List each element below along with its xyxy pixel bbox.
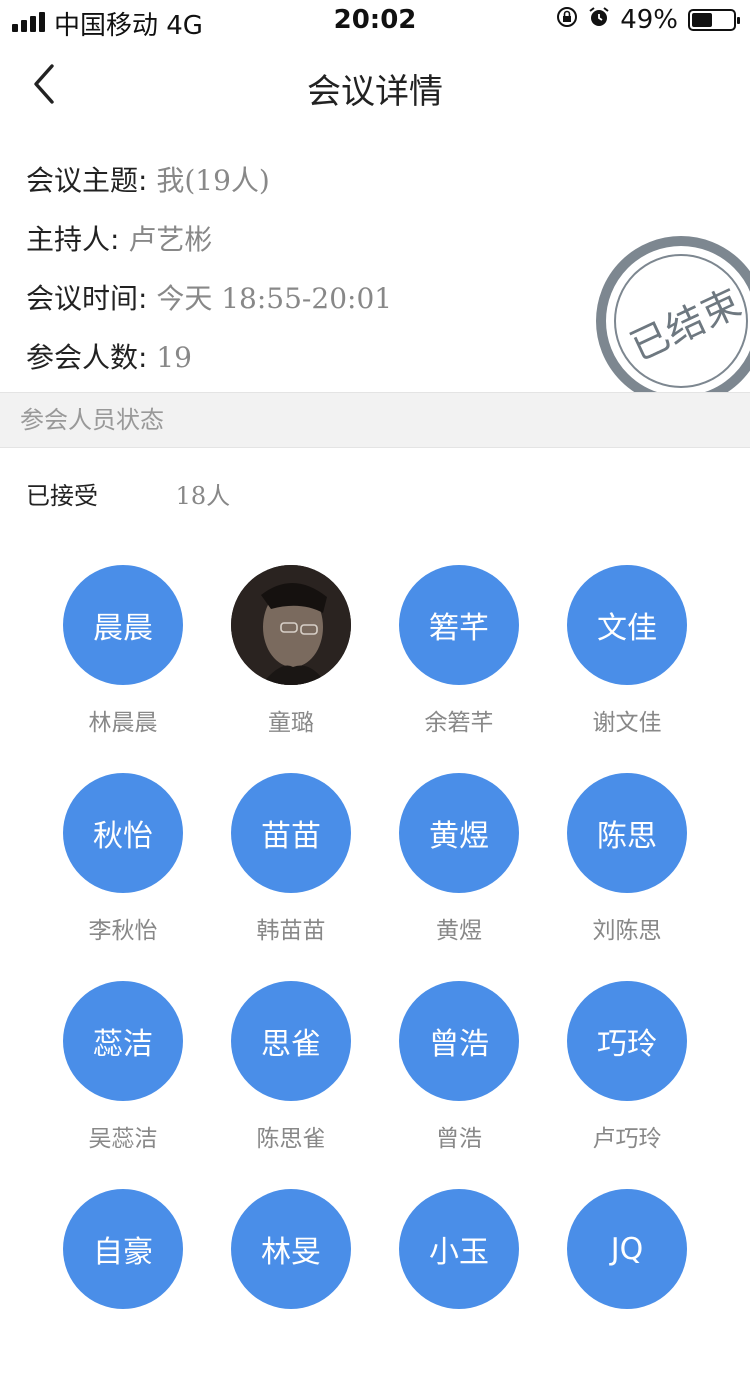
accepted-label: 已接受 — [26, 482, 98, 510]
ended-stamp: 已结束 — [596, 236, 750, 406]
participant-name: 余箬芊 — [424, 710, 494, 736]
participant-item[interactable]: 自豪 — [39, 1189, 207, 1397]
avatar-initials: 陈思 — [597, 819, 657, 854]
section-header-attendee-status: 参会人员状态 — [0, 392, 750, 448]
meeting-topic-value: 我(19人) — [156, 164, 270, 197]
attendee-count-value: 19 — [156, 341, 192, 374]
meeting-time-row: 会议时间: 今天 18:55-20:01 — [26, 268, 392, 327]
avatar: 小玉 — [399, 1189, 519, 1309]
participant-name: 黄煜 — [436, 918, 482, 944]
meeting-info: 会议主题: 我(19人) 主持人: 卢艺彬 会议时间: 今天 18:55-20:… — [26, 150, 392, 386]
avatar-initials: 巧玲 — [597, 1027, 657, 1062]
host-row: 主持人: 卢艺彬 — [26, 209, 392, 268]
avatar: 陈思 — [567, 773, 687, 893]
participant-name: 林晨晨 — [88, 710, 158, 736]
avatar-initials: 林旻 — [261, 1235, 321, 1270]
participant-name: 陈思雀 — [256, 1126, 326, 1152]
host-label: 主持人: — [26, 223, 120, 256]
avatar-initials: 思雀 — [261, 1027, 321, 1062]
avatar: 晨晨 — [63, 565, 183, 685]
alarm-icon — [588, 6, 610, 34]
meeting-time-label: 会议时间: — [26, 282, 148, 315]
avatar-initials: 黄煜 — [429, 819, 489, 854]
participant-item[interactable]: 小玉 — [375, 1189, 543, 1397]
avatar: 林旻 — [231, 1189, 351, 1309]
avatar: 自豪 — [63, 1189, 183, 1309]
meeting-time-value: 今天 18:55-20:01 — [156, 282, 393, 315]
avatar-initials: 文佳 — [597, 611, 657, 646]
avatar: JQ — [567, 1189, 687, 1309]
avatar-initials: 秋怡 — [93, 819, 153, 854]
nav-bar: 会议详情 — [0, 40, 750, 128]
avatar-initials: 箬芊 — [429, 611, 489, 646]
participant-name: 吴蕊洁 — [88, 1126, 158, 1152]
participant-item[interactable]: 苗苗 韩苗苗 — [207, 773, 375, 981]
avatar-photo — [231, 565, 351, 685]
participant-item[interactable]: JQ — [543, 1189, 711, 1397]
avatar-initials: 自豪 — [93, 1235, 153, 1270]
participant-item[interactable]: 秋怡 李秋怡 — [39, 773, 207, 981]
avatar-initials: JQ — [610, 1231, 644, 1267]
avatar: 蕊洁 — [63, 981, 183, 1101]
avatar-initials: 曾浩 — [429, 1027, 489, 1062]
participant-name: 卢巧玲 — [592, 1126, 662, 1152]
avatar: 曾浩 — [399, 981, 519, 1101]
participant-item[interactable]: 晨晨 林晨晨 — [39, 565, 207, 773]
avatar: 思雀 — [231, 981, 351, 1101]
avatar-initials: 小玉 — [429, 1235, 489, 1270]
avatar: 秋怡 — [63, 773, 183, 893]
battery-percent: 49% — [620, 5, 678, 35]
rotation-lock-icon — [556, 6, 578, 34]
avatar-initials: 蕊洁 — [93, 1027, 153, 1062]
participant-item[interactable]: 陈思 刘陈思 — [543, 773, 711, 981]
participant-item[interactable]: 文佳 谢文佳 — [543, 565, 711, 773]
participant-item[interactable]: 思雀 陈思雀 — [207, 981, 375, 1189]
host-value: 卢艺彬 — [128, 223, 213, 256]
participant-name: 曾浩 — [436, 1126, 482, 1152]
meeting-topic-label: 会议主题: — [26, 164, 148, 197]
accepted-summary: 已接受 18人 — [26, 478, 230, 514]
battery-icon — [688, 9, 740, 31]
avatar: 巧玲 — [567, 981, 687, 1101]
avatar: 苗苗 — [231, 773, 351, 893]
avatar: 文佳 — [567, 565, 687, 685]
avatar-initials: 晨晨 — [93, 611, 153, 646]
participant-name: 童璐 — [268, 710, 314, 736]
attendee-count-label: 参会人数: — [26, 341, 148, 374]
participant-item[interactable]: 巧玲 卢巧玲 — [543, 981, 711, 1189]
participant-name: 韩苗苗 — [256, 918, 326, 944]
participant-item[interactable]: 蕊洁 吴蕊洁 — [39, 981, 207, 1189]
page-title: 会议详情 — [307, 72, 443, 112]
avatar-initials: 苗苗 — [261, 819, 321, 854]
participant-name: 李秋怡 — [88, 918, 158, 944]
participant-item[interactable]: 林旻 — [207, 1189, 375, 1397]
participant-item[interactable]: 黄煜 黄煜 — [375, 773, 543, 981]
participant-name: 刘陈思 — [592, 918, 662, 944]
participant-item[interactable]: 童璐 — [207, 565, 375, 773]
participant-grid: 晨晨 林晨晨 童璐 箬芊 余箬芊 文佳 谢文佳 秋怡 李秋怡 苗苗 韩苗苗 黄煜 黄煜 陈思 刘陈思 蕊洁 吴蕊… — [39, 565, 711, 1397]
participant-name: 谢文佳 — [592, 710, 662, 736]
meeting-topic-row: 会议主题: 我(19人) — [26, 150, 392, 209]
avatar: 黄煜 — [399, 773, 519, 893]
accepted-count: 18人 — [175, 482, 231, 510]
participant-item[interactable]: 曾浩 曾浩 — [375, 981, 543, 1189]
status-bar: 中国移动 4G 20:02 49% — [0, 0, 750, 41]
attendee-count-row: 参会人数: 19 — [26, 327, 392, 386]
avatar: 箬芊 — [399, 565, 519, 685]
participant-item[interactable]: 箬芊 余箬芊 — [375, 565, 543, 773]
